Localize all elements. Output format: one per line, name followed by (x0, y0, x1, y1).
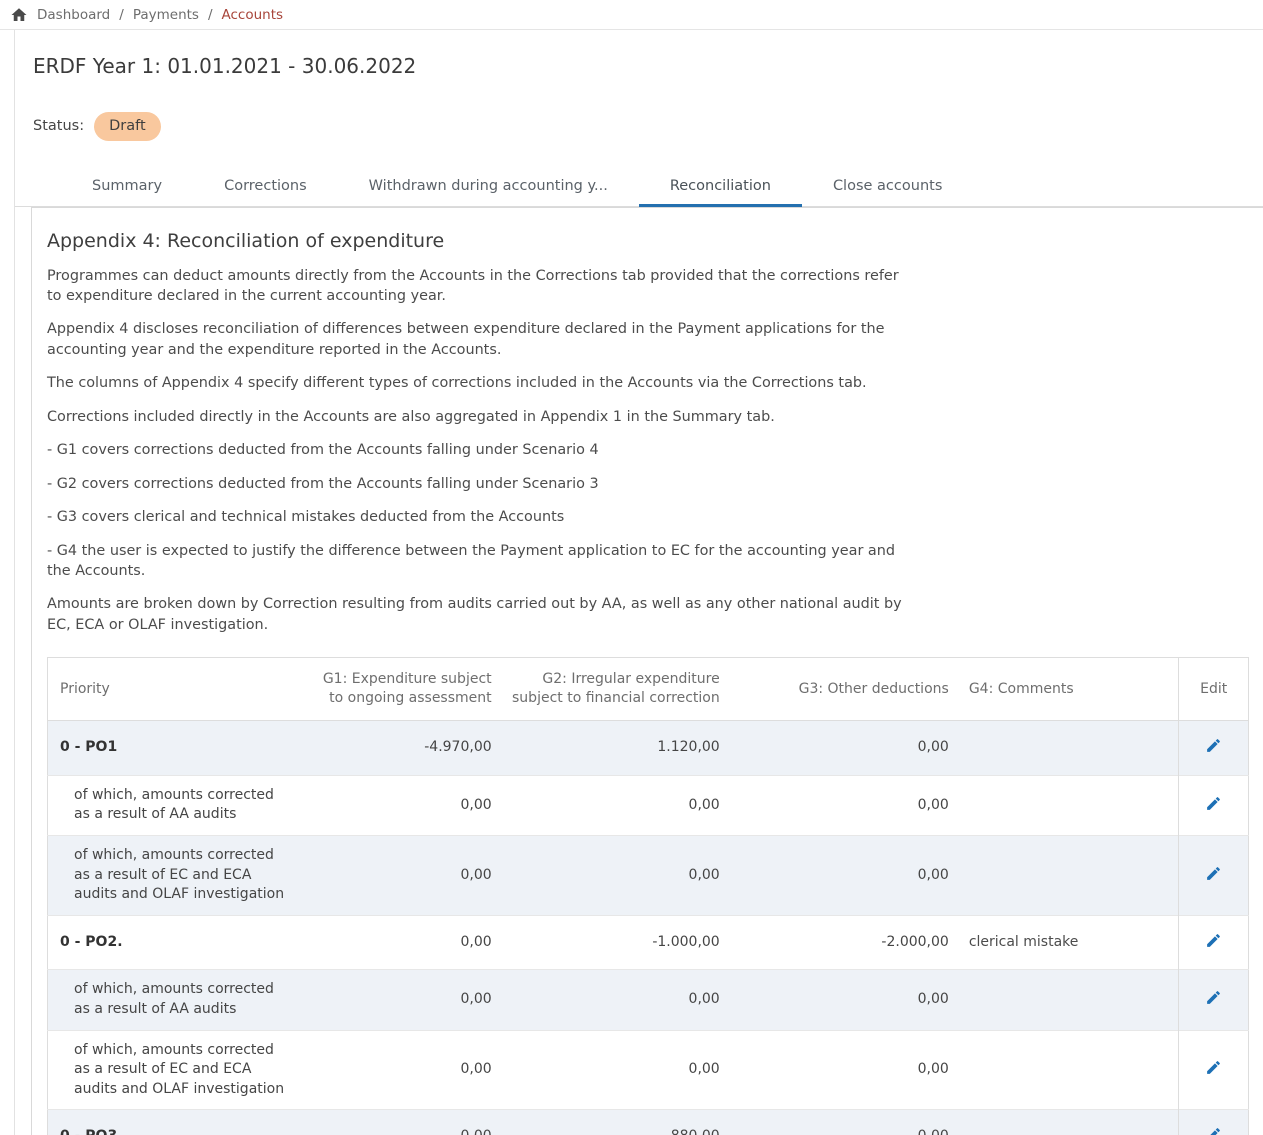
g2-value: -1.000,00 (502, 915, 730, 970)
g3-value: 0,00 (730, 1110, 959, 1135)
breadcrumb-item-dashboard[interactable]: Dashboard (37, 7, 110, 23)
g4-comment (959, 1110, 1179, 1135)
status-label: Status: (33, 118, 84, 134)
edit-cell (1179, 721, 1249, 776)
g4-comment (959, 775, 1179, 835)
g2-value: -880,00 (502, 1110, 730, 1135)
g1-value: 0,00 (304, 775, 502, 835)
section-description: Programmes can deduct amounts directly f… (47, 266, 1249, 636)
reconciliation-panel: Appendix 4: Reconciliation of expenditur… (31, 207, 1263, 1135)
edit-pencil-icon[interactable] (1203, 987, 1224, 1008)
g1-value: 0,00 (304, 915, 502, 970)
g3-value: 0,00 (730, 721, 959, 776)
description-paragraph: - G2 covers corrections deducted from th… (47, 474, 905, 494)
table-row: of which, amounts corrected as a result … (48, 1030, 1249, 1110)
row-label: of which, amounts corrected as a result … (48, 1030, 304, 1110)
g4-comment (959, 970, 1179, 1030)
description-paragraph: Amounts are broken down by Correction re… (47, 594, 905, 635)
table-row: of which, amounts corrected as a result … (48, 775, 1249, 835)
table-row: of which, amounts corrected as a result … (48, 970, 1249, 1030)
edit-pencil-icon[interactable] (1203, 863, 1224, 884)
tab-close-accounts[interactable]: Close accounts (802, 166, 973, 207)
table-row: 0 - PO1 -4.970,00 1.120,00 0,00 (48, 721, 1249, 776)
g3-value: 0,00 (730, 775, 959, 835)
breadcrumb-separator: / (208, 7, 213, 23)
g3-value: -2.000,00 (730, 915, 959, 970)
description-paragraph: Appendix 4 discloses reconciliation of d… (47, 319, 905, 360)
column-header-g1: G1: Expenditure subject to ongoing asses… (304, 658, 502, 721)
edit-pencil-icon[interactable] (1203, 930, 1224, 951)
g1-value: 0,00 (304, 835, 502, 915)
edit-pencil-icon[interactable] (1203, 793, 1224, 814)
breadcrumb-separator: / (119, 7, 124, 23)
edit-cell (1179, 775, 1249, 835)
table-row: 0 - PO3 0,00 -880,00 0,00 (48, 1110, 1249, 1135)
edit-pencil-icon[interactable] (1203, 1124, 1224, 1135)
description-paragraph: - G3 covers clerical and technical mista… (47, 507, 905, 527)
edit-pencil-icon[interactable] (1203, 1057, 1224, 1078)
g4-comment (959, 1030, 1179, 1110)
column-header-g3: G3: Other deductions (730, 658, 959, 721)
row-label: of which, amounts corrected as a result … (48, 835, 304, 915)
edit-cell (1179, 1110, 1249, 1135)
description-paragraph: Corrections included directly in the Acc… (47, 407, 905, 427)
tab-reconciliation[interactable]: Reconciliation (639, 166, 802, 207)
g4-comment (959, 835, 1179, 915)
column-header-g2: G2: Irregular expenditure subject to fin… (502, 658, 730, 721)
description-paragraph: - G4 the user is expected to justify the… (47, 541, 905, 582)
tab-corrections[interactable]: Corrections (193, 166, 338, 207)
g1-value: -4.970,00 (304, 721, 502, 776)
table-row: of which, amounts corrected as a result … (48, 835, 1249, 915)
tab-summary[interactable]: Summary (61, 166, 193, 207)
g4-comment: clerical mistake (959, 915, 1179, 970)
description-paragraph: - G1 covers corrections deducted from th… (47, 440, 905, 460)
row-label: 0 - PO3 (48, 1110, 304, 1135)
g3-value: 0,00 (730, 1030, 959, 1110)
edit-pencil-icon[interactable] (1203, 735, 1224, 756)
row-label: of which, amounts corrected as a result … (48, 775, 304, 835)
row-label: 0 - PO1 (48, 721, 304, 776)
g2-value: 0,00 (502, 970, 730, 1030)
row-label: 0 - PO2. (48, 915, 304, 970)
edit-cell (1179, 970, 1249, 1030)
edit-cell (1179, 835, 1249, 915)
page-card: ERDF Year 1: 01.01.2021 - 30.06.2022 Sta… (14, 30, 1263, 1135)
column-header-edit: Edit (1179, 658, 1249, 721)
status-badge: Draft (94, 112, 161, 141)
tab-withdrawn-during-accounting-y[interactable]: Withdrawn during accounting y... (338, 166, 639, 207)
page-title: ERDF Year 1: 01.01.2021 - 30.06.2022 (33, 54, 1263, 78)
g3-value: 0,00 (730, 970, 959, 1030)
description-paragraph: The columns of Appendix 4 specify differ… (47, 373, 905, 393)
table-row: 0 - PO2. 0,00 -1.000,00 -2.000,00 cleric… (48, 915, 1249, 970)
reconciliation-table: Priority G1: Expenditure subject to ongo… (47, 657, 1249, 1135)
tab-bar: SummaryCorrectionsWithdrawn during accou… (15, 166, 1263, 207)
description-paragraph: Programmes can deduct amounts directly f… (47, 266, 905, 307)
g2-value: 1.120,00 (502, 721, 730, 776)
edit-cell (1179, 915, 1249, 970)
edit-cell (1179, 1030, 1249, 1110)
home-icon[interactable] (10, 6, 28, 24)
g2-value: 0,00 (502, 1030, 730, 1110)
g1-value: 0,00 (304, 1030, 502, 1110)
g4-comment (959, 721, 1179, 776)
breadcrumb: Dashboard / Payments / Accounts (0, 0, 1263, 30)
section-heading: Appendix 4: Reconciliation of expenditur… (47, 230, 1249, 252)
g2-value: 0,00 (502, 775, 730, 835)
g2-value: 0,00 (502, 835, 730, 915)
table-header-row: Priority G1: Expenditure subject to ongo… (48, 658, 1249, 721)
g1-value: 0,00 (304, 1110, 502, 1135)
breadcrumb-item-accounts[interactable]: Accounts (222, 7, 284, 23)
g1-value: 0,00 (304, 970, 502, 1030)
breadcrumb-item-payments[interactable]: Payments (133, 7, 199, 23)
status-row: Status: Draft (33, 112, 1263, 141)
column-header-g4: G4: Comments (959, 658, 1179, 721)
row-label: of which, amounts corrected as a result … (48, 970, 304, 1030)
g3-value: 0,00 (730, 835, 959, 915)
column-header-priority: Priority (48, 658, 304, 721)
